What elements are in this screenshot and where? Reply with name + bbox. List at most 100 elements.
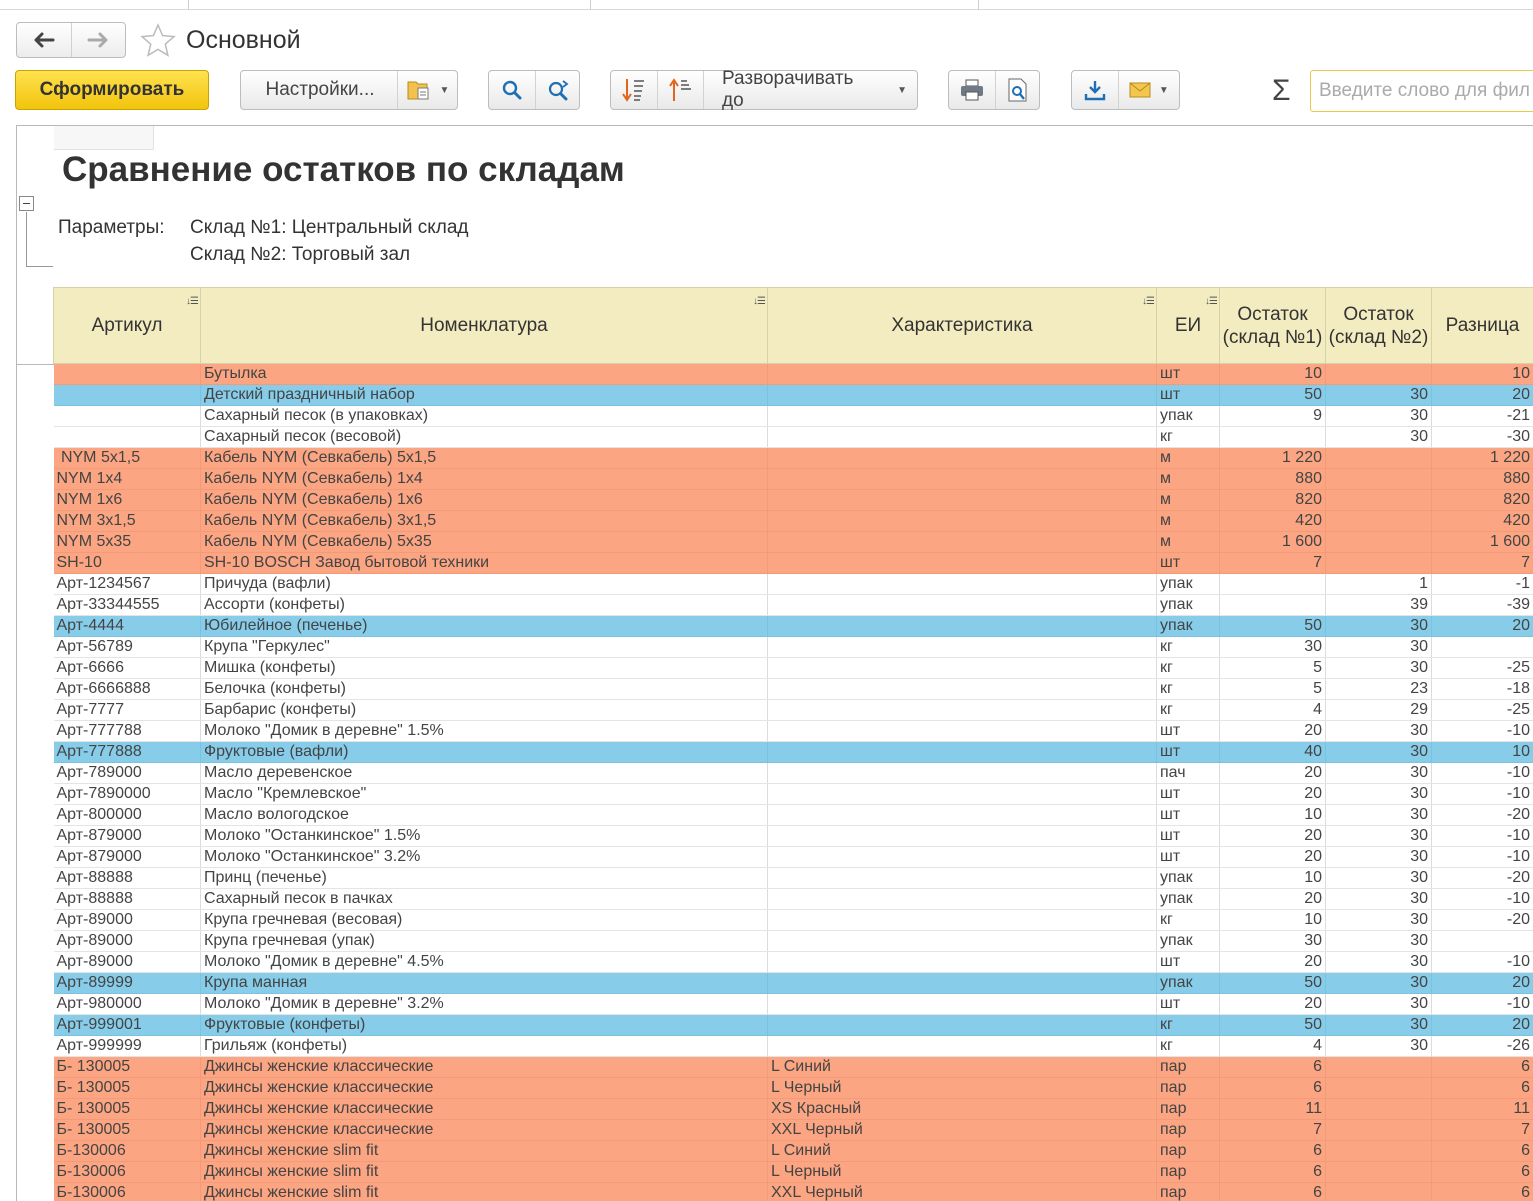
table-row[interactable]: Б- 130005 Джинсы женские классические XS К… [53,1098,1533,1120]
table-row[interactable]: Б- 130005 Джинсы женские классические L Че… [53,1077,1533,1099]
table-row[interactable]: Арт-777888 Фруктовые (вафли) шт 40 30 10 [53,741,1533,763]
collapse-group-icon[interactable] [19,196,34,211]
table-row[interactable]: Б- 130005 Джинсы женские классические XXL … [53,1119,1533,1141]
table-row[interactable]: Бутылка шт 10 10 [53,363,1533,385]
table-row[interactable]: NYM 1х4 Кабель NYM (Севкабель) 1х4 м 880 880 [53,468,1533,490]
characteristic-cell [767,1014,1157,1036]
table-row[interactable]: Арт-88888 Принц (печенье) упак 10 30 -20 [53,867,1533,889]
settings-variant-dropdown[interactable]: ▼ [397,71,457,109]
article-cell: NYM 1х6 [53,489,201,511]
article-cell: Арт-89000 [53,951,201,973]
table-row[interactable]: Б-130006 Джинсы женские slim fit XXL Черны… [53,1182,1533,1201]
table-row[interactable]: Арт-800000 Масло вологодское шт 10 30 -20 [53,804,1533,826]
table-row[interactable]: Арт-89999 Крупа манная упак 50 30 20 [53,972,1533,994]
stock-2-cell: 29 [1325,699,1432,721]
characteristic-cell [767,972,1157,994]
difference-cell: 11 [1431,1098,1533,1120]
table-row[interactable]: Арт-999999 Грильяж (конфеты) кг 4 30 -26 [53,1035,1533,1057]
unit-cell: упак [1156,615,1220,637]
stock-2-cell: 30 [1325,888,1432,910]
table-row[interactable]: Арт-999001 Фруктовые (конфеты) кг 50 30 20 [53,1014,1533,1036]
characteristic-cell [767,384,1157,406]
send-email-button[interactable]: ▼ [1117,71,1179,109]
table-row[interactable]: NYM 5х1,5 Кабель NYM (Севкабель) 5х1,5 м 1 … [53,447,1533,469]
save-button[interactable] [1072,71,1118,109]
column-header-characteristic[interactable]: Характеристика ↓☰ [767,287,1157,364]
stock-2-cell [1325,1077,1432,1099]
table-row[interactable]: Арт-980000 Молоко "Домик в деревне" 3.2% ш… [53,993,1533,1015]
table-row[interactable]: Арт-89000 Крупа гречневая (упак) упак 30 30 [53,930,1533,952]
column-header-article[interactable]: Артикул ↓☰ [53,287,201,364]
table-row[interactable]: Арт-33344555 Ассорти (конфеты) упак 39 -39 [53,594,1533,616]
print-button[interactable] [949,71,995,109]
table-row[interactable]: Арт-88888 Сахарный песок в пачках упак 20 30… [53,888,1533,910]
characteristic-cell [767,762,1157,784]
table-row[interactable]: Арт-89000 Молоко "Домик в деревне" 4.5% шт… [53,951,1533,973]
column-header-nomenclature[interactable]: Номенклатура ↓☰ [200,287,768,364]
unit-cell: кг [1156,657,1220,679]
table-row[interactable]: Арт-777788 Молоко "Домик в деревне" 1.5% ш… [53,720,1533,742]
column-header-stock-2[interactable]: Остаток (склад №2) [1325,287,1432,364]
table-row[interactable]: Детский праздничный набор шт 50 30 20 [53,384,1533,406]
stock-1-cell [1219,426,1326,448]
article-cell [53,405,201,427]
table-row[interactable]: Арт-7777 Барбарис (конфеты) кг 4 29 -25 [53,699,1533,721]
table-row[interactable]: SH-10 SH-10 BOSCH Завод бытовой техники шт… [53,552,1533,574]
article-cell: Арт-88888 [53,888,201,910]
find-next-button[interactable] [535,71,579,109]
nomenclature-cell: Джинсы женские классические [200,1119,768,1141]
stock-2-cell: 30 [1325,972,1432,994]
nomenclature-cell: Молоко "Останкинское" 3.2% [200,846,768,868]
table-row[interactable]: NYM 1х6 Кабель NYM (Севкабель) 1х6 м 820 820 [53,489,1533,511]
article-cell: Б- 130005 [53,1056,201,1078]
table-row[interactable]: Арт-1234567 Причуда (вафли) упак 1 -1 [53,573,1533,595]
table-row[interactable]: NYM 3х1,5 Кабель NYM (Севкабель) 3х1,5 м 42… [53,510,1533,532]
table-row[interactable]: Арт-7890000 Масло "Кремлевское" шт 20 30 -10 [53,783,1533,805]
table-row[interactable]: Арт-879000 Молоко "Останкинское" 1.5% шт 20… [53,825,1533,847]
nomenclature-cell: Сахарный песок (весовой) [200,426,768,448]
table-row[interactable]: Сахарный песок (в упаковках) упак 9 30 -21 [53,405,1533,427]
stock-1-cell: 820 [1219,489,1326,511]
search-icon [502,80,522,100]
article-cell: Арт-7890000 [53,783,201,805]
table-row[interactable]: Б-130006 Джинсы женские slim fit L Черный п… [53,1161,1533,1183]
difference-cell: -20 [1431,909,1533,931]
sum-icon[interactable]: Σ [1272,74,1291,108]
column-header-stock-1[interactable]: Остаток (склад №1) [1219,287,1326,364]
tab-separator [590,0,591,10]
nomenclature-cell: Детский праздничный набор [200,384,768,406]
table-row[interactable]: Б-130006 Джинсы женские slim fit L Синий па… [53,1140,1533,1162]
expand-to-dropdown[interactable]: Разворачивать до ▼ [703,68,917,111]
table-row[interactable]: Арт-56789 Крупа "Геркулес" кг 30 30 [53,636,1533,658]
settings-button[interactable]: Настройки... [241,71,397,109]
sort-descending-button[interactable] [611,71,657,109]
table-row[interactable]: Сахарный песок (весовой) кг 30 -30 [53,426,1533,448]
forward-button[interactable] [70,23,126,57]
stock-1-cell: 20 [1219,846,1326,868]
tab-strip [0,0,1533,10]
table-row[interactable]: Арт-89000 Крупа гречневая (весовая) кг 10 30… [53,909,1533,931]
search-input[interactable] [1310,70,1533,112]
table-row[interactable]: Арт-4444 Юбилейное (печенье) упак 50 30 20 [53,615,1533,637]
print-preview-button[interactable] [995,71,1039,109]
table-row[interactable]: NYM 5х35 Кабель NYM (Севкабель) 5х35 м 1 60… [53,531,1533,553]
column-header-difference[interactable]: Разница [1431,287,1533,364]
table-row[interactable]: Арт-879000 Молоко "Останкинское" 3.2% шт 20… [53,846,1533,868]
find-button[interactable] [489,71,535,109]
table-row[interactable]: Арт-6666 Мишка (конфеты) кг 5 30 -25 [53,657,1533,679]
characteristic-cell [767,468,1157,490]
column-header-unit[interactable]: ЕИ ↓☰ [1156,287,1220,364]
table-row[interactable]: Арт-6666888 Белочка (конфеты) кг 5 23 -18 [53,678,1533,700]
unit-cell: пач [1156,762,1220,784]
table-row[interactable]: Б- 130005 Джинсы женские классические L Си… [53,1056,1533,1078]
back-button[interactable] [17,23,71,57]
nomenclature-cell: Джинсы женские классические [200,1098,768,1120]
favorite-button[interactable] [138,22,178,58]
sort-ascending-button[interactable] [657,71,703,109]
generate-button[interactable]: Сформировать [15,70,209,110]
unit-cell: упак [1156,405,1220,427]
difference-cell: -25 [1431,699,1533,721]
article-cell [53,384,201,406]
stock-2-cell: 30 [1325,1014,1432,1036]
table-row[interactable]: Арт-789000 Масло деревенское пач 20 30 -10 [53,762,1533,784]
